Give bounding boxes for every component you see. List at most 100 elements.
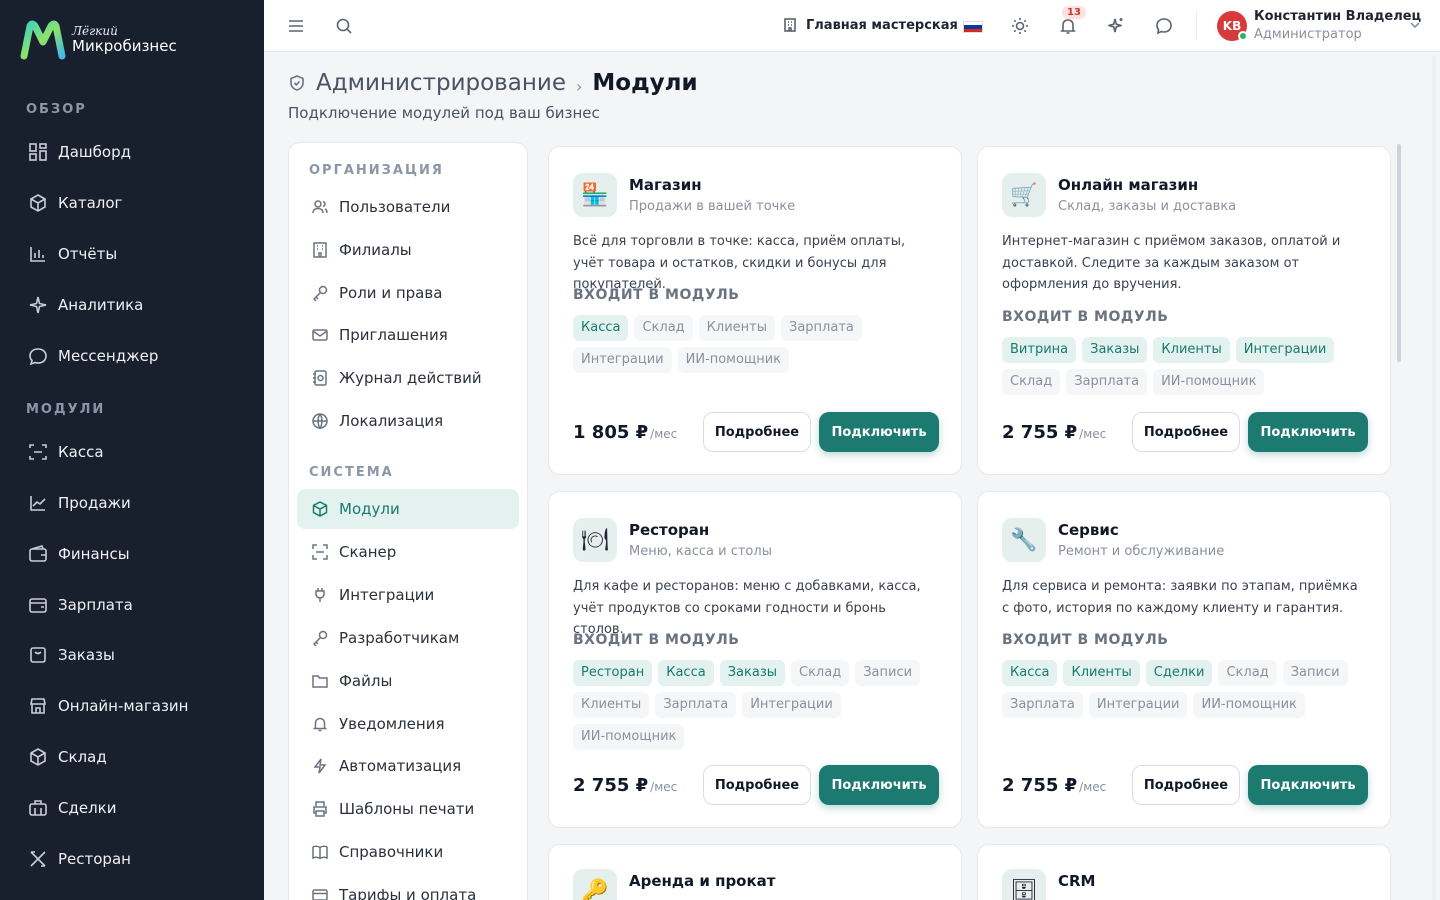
settings-item-users[interactable]: Пользователи bbox=[297, 187, 519, 227]
connect-button[interactable]: Подключить bbox=[819, 765, 939, 805]
finance-icon bbox=[29, 545, 47, 562]
sidebar-item-label: Каталог bbox=[58, 194, 123, 212]
sidebar-item-analytics[interactable]: Аналитика bbox=[28, 293, 143, 317]
sidebar-item-finance[interactable]: Финансы bbox=[28, 542, 130, 566]
module-tag: Витрина bbox=[1002, 337, 1077, 363]
settings-item-print-templates[interactable]: Шаблоны печати bbox=[297, 789, 519, 829]
settings-item-label: Разработчикам bbox=[339, 629, 460, 647]
breadcrumb-separator: › bbox=[575, 76, 583, 96]
settings-item-integrations[interactable]: Интеграции bbox=[297, 575, 519, 615]
price-period: /мес bbox=[650, 427, 678, 441]
module-subtitle: Продажи в вашей точке bbox=[629, 199, 796, 214]
sidebar-item-sales[interactable]: Продажи bbox=[28, 491, 131, 515]
settings-item-modules[interactable]: Модули bbox=[297, 489, 519, 529]
key-icon bbox=[312, 630, 328, 647]
sidebar-item-restaurant[interactable]: Ресторан bbox=[28, 847, 131, 871]
module-description: Для сервиса и ремонта: заявки по этапам,… bbox=[1002, 579, 1358, 616]
user-menu-toggle[interactable] bbox=[1408, 17, 1422, 31]
settings-section-system: СИСТЕМА bbox=[309, 465, 394, 480]
module-tag: Интеграции bbox=[573, 347, 672, 373]
price-period: /мес bbox=[1079, 427, 1107, 441]
module-tag: Записи bbox=[855, 660, 921, 686]
module-card-crm: 🗄 CRM bbox=[977, 844, 1391, 900]
language-flag-icon[interactable] bbox=[963, 21, 983, 33]
settings-item-notifications[interactable]: Уведомления bbox=[297, 704, 519, 744]
module-price: 2 755 ₽/мес bbox=[573, 775, 677, 796]
messenger-icon bbox=[29, 348, 47, 366]
content-scrollbar[interactable] bbox=[1397, 144, 1401, 362]
module-price: 2 755 ₽/мес bbox=[1002, 775, 1106, 796]
settings-item-localization[interactable]: Локализация bbox=[297, 401, 519, 441]
settings-item-scanner[interactable]: Сканер bbox=[297, 532, 519, 572]
branch-name: Главная мастерская bbox=[806, 17, 958, 33]
hamburger-icon bbox=[289, 20, 303, 32]
module-tag: Записи bbox=[1282, 660, 1348, 686]
settings-item-files[interactable]: Файлы bbox=[297, 661, 519, 701]
warehouse-icon bbox=[30, 748, 46, 766]
online-status-dot bbox=[1238, 31, 1248, 41]
notifications-count-badge: 13 bbox=[1062, 6, 1086, 19]
details-button[interactable]: Подробнее bbox=[1132, 765, 1240, 805]
chat-button[interactable] bbox=[1154, 16, 1174, 36]
sidebar-item-label: Отчёты bbox=[58, 245, 118, 263]
notifications-button[interactable] bbox=[1058, 16, 1078, 36]
wrench-icon: 🔧 bbox=[1002, 518, 1046, 562]
settings-item-branches[interactable]: Филиалы bbox=[297, 230, 519, 270]
sidebar-item-catalog[interactable]: Каталог bbox=[28, 191, 122, 215]
connect-button[interactable]: Подключить bbox=[1248, 412, 1368, 452]
salary-icon bbox=[29, 598, 47, 613]
analytics-icon bbox=[29, 296, 47, 314]
breadcrumb-root-link[interactable]: Администрирование bbox=[316, 70, 566, 96]
sidebar-item-online-store[interactable]: Онлайн-магазин bbox=[28, 694, 188, 718]
settings-item-label: Приглашения bbox=[339, 326, 448, 344]
sidebar-item-reports[interactable]: Отчёты bbox=[28, 242, 117, 266]
connect-button[interactable]: Подключить bbox=[1248, 765, 1368, 805]
nav-section-modules: МОДУЛИ bbox=[26, 402, 106, 417]
menu-toggle-button[interactable] bbox=[286, 16, 306, 36]
module-tags: Касса Склад Клиенты Зарплата Интеграции … bbox=[573, 315, 943, 373]
brand[interactable]: Лёгкий Микробизнес bbox=[20, 20, 177, 60]
bell-icon bbox=[1060, 19, 1076, 34]
details-button[interactable]: Подробнее bbox=[703, 765, 811, 805]
chevron-down-icon bbox=[1410, 22, 1420, 29]
sparkle-icon bbox=[1108, 18, 1123, 33]
sidebar-item-dashboard[interactable]: Дашборд bbox=[28, 140, 131, 164]
ai-assistant-button[interactable] bbox=[1106, 16, 1126, 36]
settings-item-roles[interactable]: Роли и права bbox=[297, 273, 519, 313]
sidebar-item-orders[interactable]: Заказы bbox=[28, 643, 115, 667]
price-value: 2 755 ₽ bbox=[1002, 422, 1078, 443]
page-scrollbar-track[interactable] bbox=[1432, 56, 1436, 900]
module-tag: Склад bbox=[1002, 369, 1061, 395]
settings-item-automation[interactable]: Автоматизация bbox=[297, 746, 519, 786]
module-card-store: 🏪 Магазин Продажи в вашей точке Всё для … bbox=[548, 146, 962, 475]
sidebar-item-warehouse[interactable]: Склад bbox=[28, 745, 107, 769]
settings-item-journal[interactable]: Журнал действий bbox=[297, 358, 519, 398]
settings-item-label: Пользователи bbox=[339, 198, 451, 216]
settings-item-tariffs[interactable]: Тарифы и оплата bbox=[297, 875, 519, 900]
theme-toggle-button[interactable] bbox=[1010, 16, 1030, 36]
settings-item-label: Модули bbox=[339, 500, 400, 518]
module-tag: ИИ-помощник bbox=[573, 724, 685, 750]
settings-item-references[interactable]: Справочники bbox=[297, 832, 519, 872]
module-card-rental: 🔑 Аренда и прокат bbox=[548, 844, 962, 900]
search-button[interactable] bbox=[334, 16, 354, 36]
settings-item-invitations[interactable]: Приглашения bbox=[297, 315, 519, 355]
cashier-icon bbox=[29, 444, 47, 460]
sidebar-item-messenger[interactable]: Мессенджер bbox=[28, 344, 158, 368]
details-button[interactable]: Подробнее bbox=[1132, 412, 1240, 452]
details-button[interactable]: Подробнее bbox=[703, 412, 811, 452]
settings-item-developers[interactable]: Разработчикам bbox=[297, 618, 519, 658]
sidebar-item-deals[interactable]: Сделки bbox=[28, 796, 116, 820]
user-name[interactable]: Константин Владелец bbox=[1254, 9, 1421, 24]
settings-item-label: Филиалы bbox=[339, 241, 412, 259]
topbar-divider bbox=[1196, 12, 1197, 40]
sidebar-item-cashier[interactable]: Касса bbox=[28, 440, 104, 464]
connect-button[interactable]: Подключить bbox=[819, 412, 939, 452]
branch-selector[interactable]: Главная мастерская bbox=[782, 17, 958, 33]
bolt-icon bbox=[313, 758, 327, 774]
sidebar-item-salary[interactable]: Зарплата bbox=[28, 593, 133, 617]
module-tags: Витрина Заказы Клиенты Интеграции Склад … bbox=[1002, 337, 1372, 395]
module-description: Для кафе и ресторанов: меню с добавками,… bbox=[573, 579, 921, 637]
module-description: Интернет-магазин с приёмом заказов, опла… bbox=[1002, 234, 1341, 292]
dashboard-icon bbox=[29, 143, 47, 161]
